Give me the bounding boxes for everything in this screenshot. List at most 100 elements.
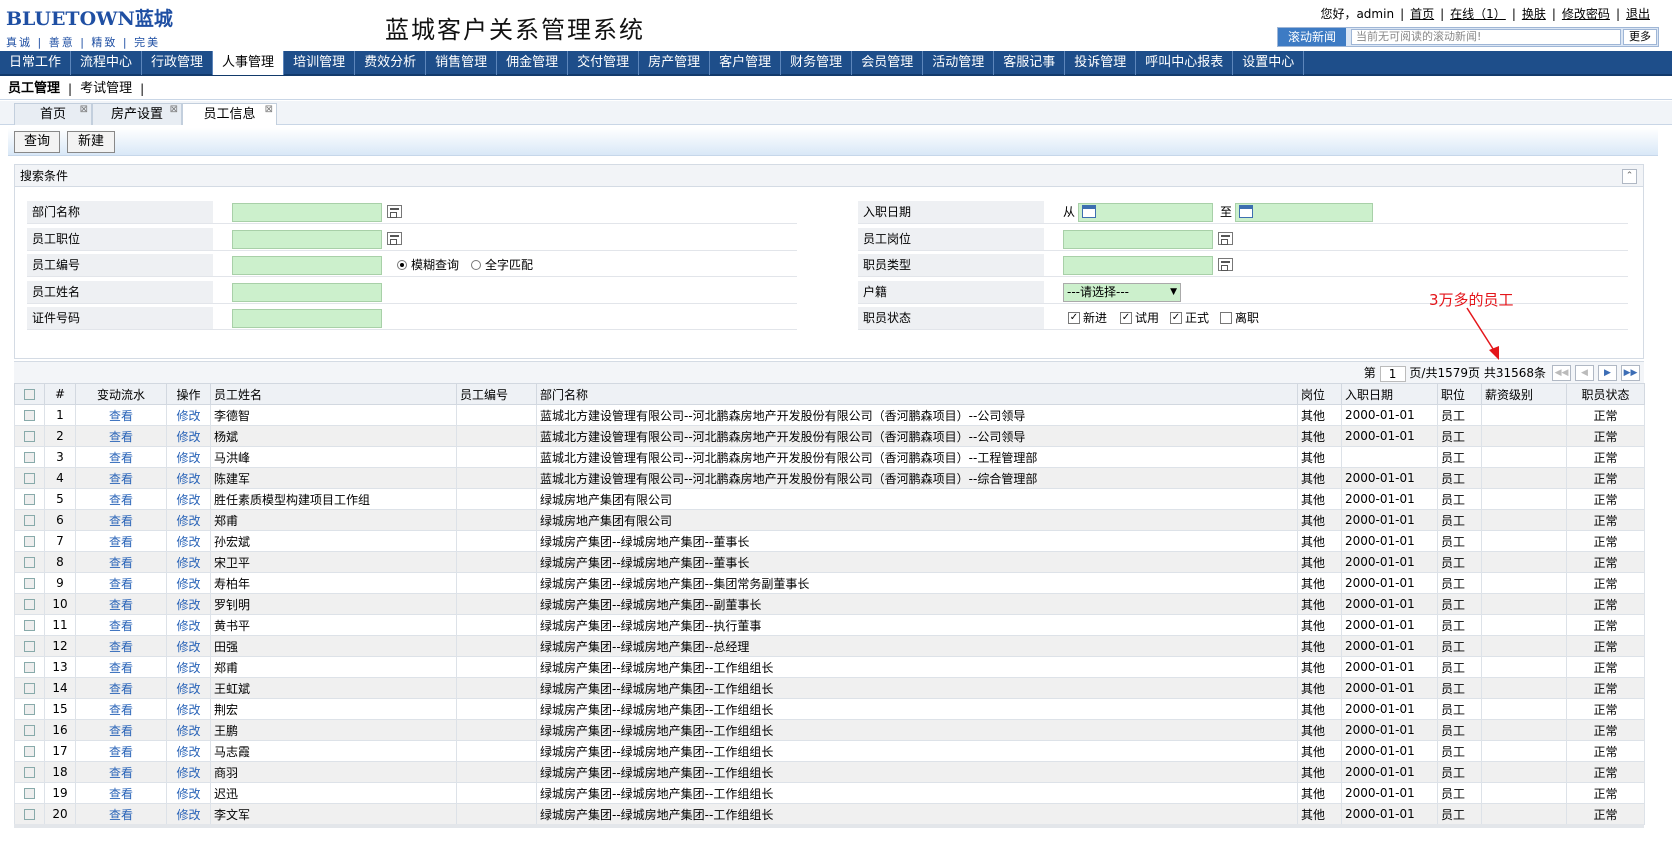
dept-input[interactable]: [232, 203, 382, 222]
nav-item[interactable]: 财务管理: [781, 51, 853, 75]
edit-link[interactable]: 修改: [166, 593, 211, 615]
edit-link[interactable]: 修改: [166, 488, 211, 510]
page-number-input[interactable]: 1: [1379, 365, 1406, 382]
view-link[interactable]: 查看: [75, 719, 167, 741]
nav-item[interactable]: 投诉管理: [1065, 51, 1137, 75]
edit-link[interactable]: 修改: [166, 572, 211, 594]
table-row[interactable]: 8 查看 修改 宋卫平 绿城房产集团--绿城房地产集团--董事长 其他 2000-01-01…: [14, 551, 1645, 573]
row-checkbox[interactable]: [14, 782, 45, 804]
picker-icon[interactable]: [387, 205, 402, 218]
edit-link[interactable]: 修改: [166, 551, 211, 573]
logout-link[interactable]: 退出: [1626, 7, 1650, 21]
status-new-checkbox[interactable]: ✓: [1068, 312, 1080, 324]
row-checkbox[interactable]: [14, 446, 45, 468]
news-ticker[interactable]: 当前无可阅读的滚动新闻!: [1351, 29, 1621, 45]
table-row[interactable]: 20 查看 修改 李文军 绿城房产集团--绿城房地产集团--工作组组长 其他 2000-01…: [14, 803, 1645, 825]
row-checkbox[interactable]: [14, 719, 45, 741]
view-link[interactable]: 查看: [75, 635, 167, 657]
nav-item[interactable]: 房产管理: [639, 51, 711, 75]
row-checkbox[interactable]: [14, 698, 45, 720]
nav-item[interactable]: 交付管理: [568, 51, 640, 75]
query-button[interactable]: 查询: [14, 131, 60, 153]
prev-page-icon[interactable]: ◀: [1575, 365, 1594, 381]
column-header[interactable]: 部门名称: [536, 383, 1298, 405]
table-row[interactable]: 16 查看 修改 王鹏 绿城房产集团--绿城房地产集团--工作组组长 其他 2000-01-…: [14, 719, 1645, 741]
status-resigned-checkbox[interactable]: [1220, 312, 1232, 324]
status-trial-checkbox[interactable]: ✓: [1120, 312, 1132, 324]
nav-item[interactable]: 销售管理: [426, 51, 498, 75]
name-input[interactable]: [232, 283, 382, 302]
position-input[interactable]: [232, 230, 382, 249]
view-link[interactable]: 查看: [75, 572, 167, 594]
close-icon[interactable]: ⊠: [170, 105, 178, 115]
row-checkbox[interactable]: [14, 677, 45, 699]
view-link[interactable]: 查看: [75, 551, 167, 573]
calendar-icon[interactable]: [1239, 205, 1253, 218]
edit-link[interactable]: 修改: [166, 677, 211, 699]
edit-link[interactable]: 修改: [166, 425, 211, 447]
row-checkbox[interactable]: [14, 509, 45, 531]
view-link[interactable]: 查看: [75, 404, 167, 426]
empno-input[interactable]: [232, 256, 382, 275]
row-checkbox[interactable]: [14, 404, 45, 426]
view-link[interactable]: 查看: [75, 509, 167, 531]
nav-item[interactable]: 日常工作: [0, 51, 72, 75]
table-row[interactable]: 5 查看 修改 胜任素质模型构建项目工作组 绿城房地产集团有限公司 其他 2000-01-0…: [14, 488, 1645, 510]
select-all-checkbox[interactable]: [14, 383, 45, 405]
view-link[interactable]: 查看: [75, 425, 167, 447]
nav-item[interactable]: 行政管理: [142, 51, 214, 75]
view-link[interactable]: 查看: [75, 803, 167, 825]
status-formal-checkbox[interactable]: ✓: [1170, 312, 1182, 324]
row-checkbox[interactable]: [14, 656, 45, 678]
table-row[interactable]: 12 查看 修改 田强 绿城房产集团--绿城房地产集团--总经理 其他 2000-01-01…: [14, 635, 1645, 657]
type-input[interactable]: [1063, 256, 1213, 275]
nav-item[interactable]: 人事管理: [213, 51, 285, 75]
table-row[interactable]: 1 查看 修改 李德智 蓝城北方建设管理有限公司--河北鹏森房地产开发股份有限公司（香河…: [14, 404, 1645, 426]
collapse-icon[interactable]: ⌃: [1622, 169, 1637, 184]
table-row[interactable]: 9 查看 修改 寿柏年 绿城房产集团--绿城房地产集团--集团常务副董事长 其他 2000-…: [14, 572, 1645, 594]
edit-link[interactable]: 修改: [166, 467, 211, 489]
table-row[interactable]: 18 查看 修改 商羽 绿城房产集团--绿城房地产集团--工作组组长 其他 2000-01-…: [14, 761, 1645, 783]
view-link[interactable]: 查看: [75, 782, 167, 804]
view-link[interactable]: 查看: [75, 593, 167, 615]
view-link[interactable]: 查看: [75, 698, 167, 720]
first-page-icon[interactable]: ◀◀: [1552, 365, 1571, 381]
subnav-employee-management[interactable]: 员工管理: [0, 78, 68, 100]
edit-link[interactable]: 修改: [166, 803, 211, 825]
table-row[interactable]: 7 查看 修改 孙宏斌 绿城房产集团--绿城房地产集团--董事长 其他 2000-01-01…: [14, 530, 1645, 552]
view-link[interactable]: 查看: [75, 740, 167, 762]
next-page-icon[interactable]: ▶: [1598, 365, 1617, 381]
column-header[interactable]: 职员状态: [1566, 383, 1645, 405]
view-link[interactable]: 查看: [75, 656, 167, 678]
table-row[interactable]: 4 查看 修改 陈建军 蓝城北方建设管理有限公司--河北鹏森房地产开发股份有限公司（香河…: [14, 467, 1645, 489]
picker-icon[interactable]: [387, 232, 402, 245]
edit-link[interactable]: 修改: [166, 614, 211, 636]
table-row[interactable]: 17 查看 修改 马志霞 绿城房产集团--绿城房地产集团--工作组组长 其他 2000-01…: [14, 740, 1645, 762]
row-checkbox[interactable]: [14, 572, 45, 594]
row-checkbox[interactable]: [14, 593, 45, 615]
table-row[interactable]: 13 查看 修改 郑甫 绿城房产集团--绿城房地产集团--工作组组长 其他 2000-01-…: [14, 656, 1645, 678]
nav-item[interactable]: 会员管理: [852, 51, 924, 75]
table-row[interactable]: 10 查看 修改 罗钊明 绿城房产集团--绿城房地产集团--副董事长 其他 2000-01-…: [14, 593, 1645, 615]
news-more-button[interactable]: 更多: [1623, 29, 1657, 45]
row-checkbox[interactable]: [14, 761, 45, 783]
edit-link[interactable]: 修改: [166, 698, 211, 720]
home-link[interactable]: 首页: [1410, 7, 1434, 21]
nav-item[interactable]: 费效分析: [355, 51, 427, 75]
column-header[interactable]: 岗位: [1297, 383, 1342, 405]
calendar-icon[interactable]: [1082, 205, 1096, 218]
online-link[interactable]: 在线（1）: [1450, 7, 1506, 21]
view-link[interactable]: 查看: [75, 446, 167, 468]
last-page-icon[interactable]: ▶▶: [1621, 365, 1640, 381]
nav-item[interactable]: 培训管理: [284, 51, 356, 75]
row-checkbox[interactable]: [14, 635, 45, 657]
view-link[interactable]: 查看: [75, 677, 167, 699]
edit-link[interactable]: 修改: [166, 530, 211, 552]
nav-item[interactable]: 活动管理: [923, 51, 995, 75]
tab-property-settings[interactable]: 房产设置 ⊠: [92, 103, 182, 125]
hire-date-from-input[interactable]: [1078, 203, 1213, 222]
row-checkbox[interactable]: [14, 467, 45, 489]
close-icon[interactable]: ⊠: [80, 105, 88, 115]
row-checkbox[interactable]: [14, 740, 45, 762]
tab-employee-info[interactable]: 员工信息 ⊠: [182, 103, 277, 125]
